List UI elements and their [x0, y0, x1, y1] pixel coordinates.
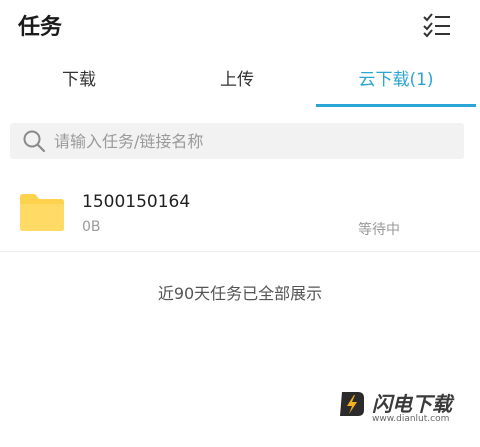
- lightning-logo-icon: [340, 392, 364, 416]
- watermark-text: 闪电下载: [372, 392, 452, 416]
- tab-bar: 下载 上传 云下载(1): [0, 58, 480, 108]
- list-end-note: 近90天任务已全部展示: [157, 284, 323, 303]
- tab-upload[interactable]: 上传: [158, 58, 316, 106]
- search-input[interactable]: [54, 123, 454, 159]
- page-title: 任务: [18, 15, 63, 40]
- search-icon: [23, 130, 46, 153]
- folder-icon: [20, 194, 64, 231]
- header-bar: 任务: [0, 0, 480, 52]
- checklist-icon: [423, 13, 450, 38]
- search-bar[interactable]: [10, 123, 464, 159]
- tab-cloud-download[interactable]: 云下载(1): [316, 58, 476, 106]
- list-divider: [0, 251, 480, 252]
- task-status: 等待中: [358, 222, 400, 238]
- checklist-menu-button[interactable]: [422, 12, 452, 38]
- active-tab-indicator: [316, 104, 476, 107]
- task-name: 1500150164: [82, 192, 191, 212]
- task-list-item[interactable]: 1500150164 0B 等待中: [0, 178, 480, 248]
- tab-download[interactable]: 下载: [0, 58, 158, 106]
- task-size: 0B: [82, 219, 101, 235]
- watermark-url: www.dianlut.com: [372, 414, 450, 424]
- watermark: 闪电下载 www.dianlut.com: [336, 388, 464, 424]
